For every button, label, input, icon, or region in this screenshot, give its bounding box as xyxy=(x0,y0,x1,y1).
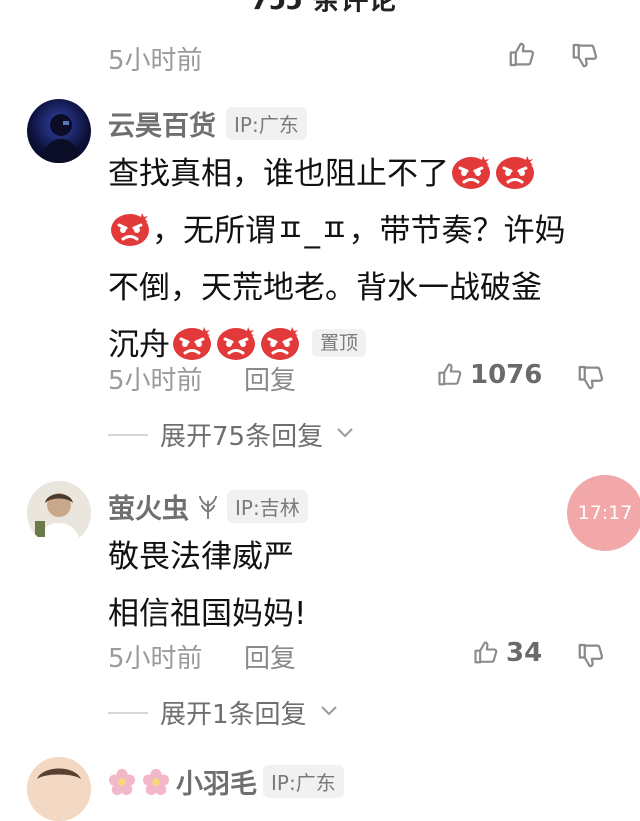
comment-count-header: 7ɔɔ 条评论 xyxy=(250,0,396,18)
comment-text: 查找真相，谁也阻止不了 ，无所谓ㅍ_ㅍ，带节奏？许妈 不倒，天荒地老。背水一战破… xyxy=(108,146,618,374)
avatar-photo-icon xyxy=(27,757,91,821)
thumb-up-icon xyxy=(509,42,535,67)
like-button[interactable]: 34 xyxy=(472,638,542,668)
comment-line: 敬畏法律威严 xyxy=(108,539,294,575)
avatar-silhouette-icon xyxy=(41,114,81,163)
pinned-badge: 置顶 xyxy=(312,329,367,357)
comment-text: 敬畏法律威严 相信祖国妈妈! xyxy=(108,529,618,643)
expand-replies-label: 展开75条回复 xyxy=(160,422,324,452)
reply-button[interactable]: 回复 xyxy=(244,360,296,397)
thumb-down-icon xyxy=(578,365,604,390)
ip-badge: IP:广东 xyxy=(263,765,344,798)
flower-icon xyxy=(142,768,170,795)
comment-line-text: ，无所谓ㅍ_ㅍ，带节奏？许妈 xyxy=(152,213,566,249)
thumb-up-icon xyxy=(474,641,498,664)
reply-button[interactable]: 回复 xyxy=(244,638,296,675)
avatar[interactable] xyxy=(27,757,91,821)
flower-icon xyxy=(108,768,136,795)
ip-badge: IP:广东 xyxy=(226,107,307,140)
comment-header: 萤火虫 IP:吉林 xyxy=(108,487,308,526)
thumb-up-icon xyxy=(438,363,462,386)
angry-emoji-icon xyxy=(217,327,255,360)
angry-emoji-icon xyxy=(111,213,149,246)
expand-replies-label: 展开1条回复 xyxy=(160,700,307,730)
ip-badge: IP:吉林 xyxy=(227,490,308,523)
dislike-button[interactable] xyxy=(574,360,608,394)
comment-time: 5小时前 xyxy=(108,366,203,396)
thumb-down-icon xyxy=(578,643,604,668)
expand-replies-button[interactable]: 展开1条回复 xyxy=(108,694,339,731)
thumb-down-icon xyxy=(572,43,598,68)
prev-comment-time: 5小时前 xyxy=(108,46,203,76)
avatar[interactable] xyxy=(27,99,91,163)
username[interactable]: 萤火虫 xyxy=(108,487,189,526)
angry-emoji-icon xyxy=(496,156,534,189)
comment-line: 不倒，天荒地老。背水一战破釜 xyxy=(108,270,542,306)
like-count: 34 xyxy=(506,638,543,668)
comment-line: 相信祖国妈妈! xyxy=(108,596,307,632)
comment-line: ，无所谓ㅍ_ㅍ，带节奏？许妈 xyxy=(108,203,618,260)
prev-like-button[interactable] xyxy=(505,38,539,72)
chevron-down-icon xyxy=(335,425,355,444)
comment-time: 5小时前 xyxy=(108,644,203,674)
divider xyxy=(108,433,148,436)
comment-line: 查找真相，谁也阻止不了 xyxy=(108,146,618,203)
comment-header: 小羽毛 IP:广东 xyxy=(108,762,344,801)
prev-dislike-button[interactable] xyxy=(568,38,602,72)
angry-emoji-icon xyxy=(173,327,211,360)
comment-header: 云昊百货 IP:广东 xyxy=(108,104,307,143)
like-count: 1076 xyxy=(470,360,543,390)
comment-line-text: 查找真相，谁也阻止不了 xyxy=(108,156,449,192)
dislike-button[interactable] xyxy=(574,638,608,672)
divider xyxy=(108,711,148,714)
expand-replies-button[interactable]: 展开75条回复 xyxy=(108,416,355,453)
comment-line-text: 沉舟 xyxy=(108,327,170,363)
angry-emoji-icon xyxy=(452,156,490,189)
username[interactable]: 云昊百货 xyxy=(108,104,216,143)
like-button[interactable]: 1076 xyxy=(436,360,542,390)
avatar[interactable] xyxy=(27,481,91,545)
avatar-photo-icon xyxy=(27,481,91,545)
firefly-badge-icon xyxy=(198,495,218,519)
angry-emoji-icon xyxy=(261,327,299,360)
username[interactable]: 小羽毛 xyxy=(176,762,257,801)
chevron-down-icon xyxy=(319,703,339,722)
